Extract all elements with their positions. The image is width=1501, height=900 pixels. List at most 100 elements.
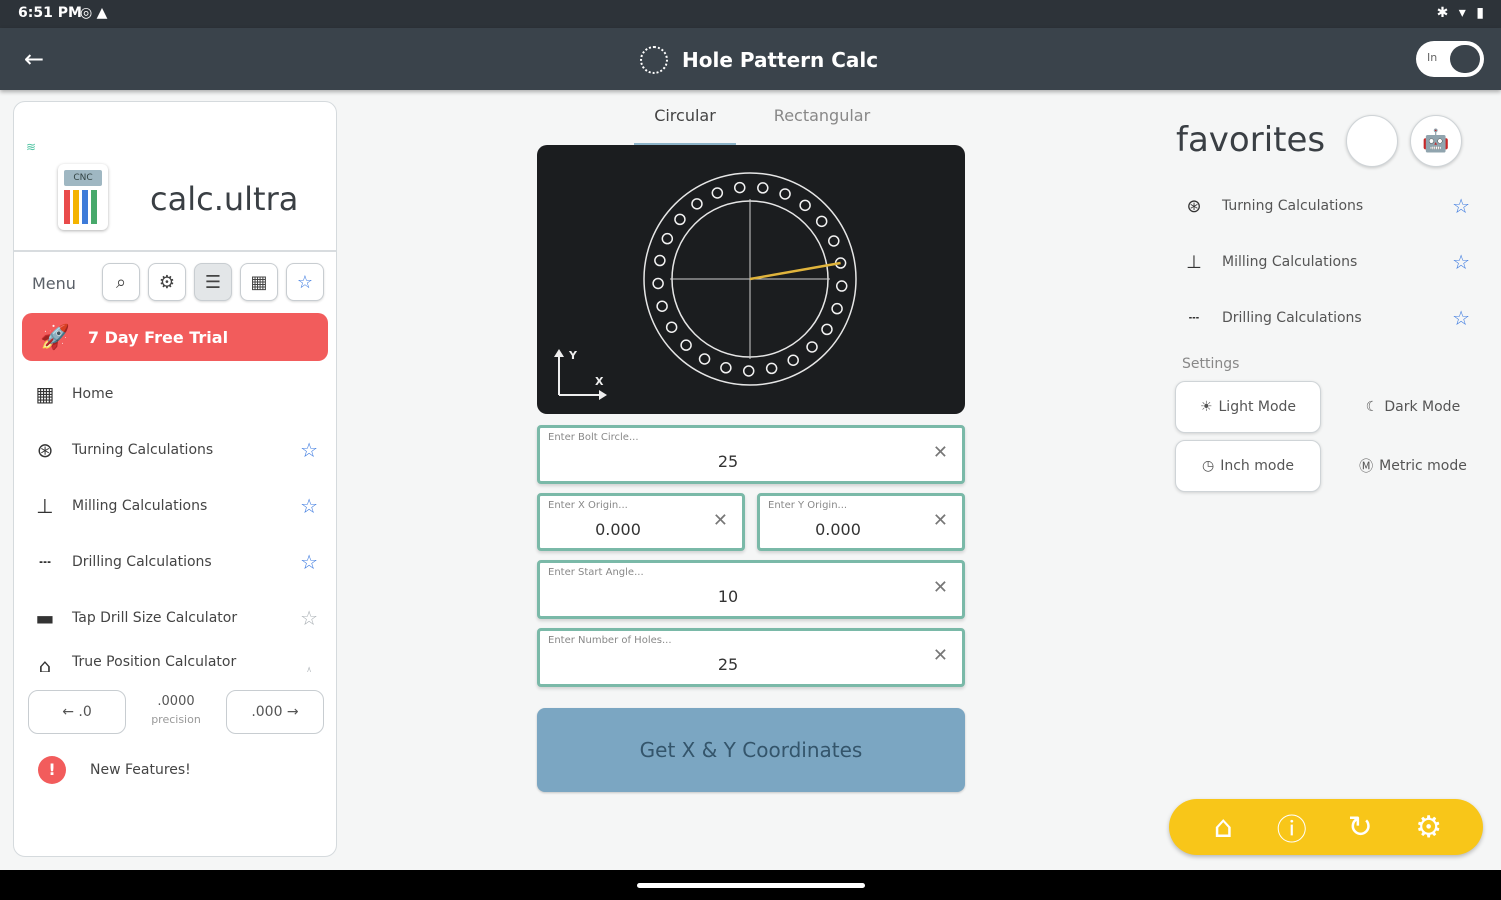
bolt-hole bbox=[654, 254, 666, 267]
clear-icon[interactable]: ✕ bbox=[933, 645, 948, 666]
y-axis-label: Y bbox=[568, 349, 578, 362]
bottom-action-bar: ⌂ ⓘ ↻ ⚙ bbox=[1169, 799, 1483, 855]
bolt-hole bbox=[661, 232, 674, 245]
start-angle-field[interactable]: Enter Start Angle... 10 ✕ bbox=[537, 560, 965, 619]
clear-icon[interactable]: ✕ bbox=[713, 510, 728, 531]
info-icon[interactable]: ⓘ bbox=[1272, 805, 1312, 849]
menu-toolbar: ⌕ ⚙ ☰ ▦ ☆ bbox=[102, 263, 324, 301]
light-mode-button[interactable]: ☀ Light Mode bbox=[1175, 381, 1321, 433]
favorite-star-icon[interactable]: ☆ bbox=[300, 550, 318, 574]
sidebar-item[interactable]: ▬ Tap Drill Size Calculator ☆ bbox=[14, 590, 336, 646]
favorite-star-icon[interactable]: ☆ bbox=[1452, 306, 1470, 330]
increase-precision-button[interactable]: .000 → bbox=[226, 690, 324, 734]
bolt-hole bbox=[787, 354, 799, 366]
sidebar-item[interactable]: ▦ Home bbox=[14, 366, 336, 422]
number-of-holes-value[interactable]: 25 bbox=[540, 655, 916, 674]
favorite-star-icon[interactable]: ☆ bbox=[300, 606, 318, 630]
sidebar-item[interactable]: ⌂ True Position Calculator ☆ bbox=[14, 646, 336, 672]
favorite-item[interactable]: ⊛ Turning Calculations ☆ bbox=[1176, 178, 1476, 234]
bolt-hole bbox=[757, 182, 769, 194]
clear-icon[interactable]: ✕ bbox=[933, 510, 948, 531]
search-button[interactable]: ⌕ bbox=[102, 263, 140, 301]
bolt-hole bbox=[720, 362, 732, 374]
toggle-knob bbox=[1450, 45, 1480, 73]
clear-icon[interactable]: ✕ bbox=[933, 442, 948, 463]
reset-icon[interactable]: ↻ bbox=[1340, 810, 1380, 845]
bolt-hole bbox=[765, 362, 778, 375]
bolt-circle-value[interactable]: 25 bbox=[540, 452, 916, 471]
get-coordinates-button[interactable]: Get X & Y Coordinates bbox=[537, 708, 965, 792]
bolt-hole bbox=[835, 280, 848, 292]
bolt-hole bbox=[691, 198, 703, 210]
page-title: Hole Pattern Calc bbox=[682, 48, 879, 72]
bolt-hole bbox=[698, 353, 711, 365]
gear-icon: ⚙ bbox=[158, 271, 176, 293]
sidebar-item-label: Turning Calculations bbox=[72, 442, 214, 458]
y-origin-field[interactable]: Enter Y Origin... 0.000 ✕ bbox=[757, 493, 965, 551]
bolt-hole bbox=[799, 199, 811, 212]
free-trial-label: 7 Day Free Trial bbox=[87, 327, 229, 347]
sidebar-item-label: Drilling Calculations bbox=[72, 554, 212, 570]
favorite-star-icon[interactable]: ☆ bbox=[300, 494, 318, 518]
favorite-item-label: Drilling Calculations bbox=[1222, 310, 1362, 326]
moon-icon: ☾ bbox=[1365, 399, 1379, 415]
dark-mode-button[interactable]: ☾ Dark Mode bbox=[1340, 381, 1486, 433]
new-features-link[interactable]: ! New Features! bbox=[38, 756, 191, 784]
rocket-icon: 🚀 bbox=[40, 323, 70, 351]
bolt-hole bbox=[742, 365, 755, 377]
apple-store-button[interactable] bbox=[1346, 115, 1398, 167]
x-origin-placeholder: Enter X Origin... bbox=[548, 500, 628, 511]
y-axis-arrowhead bbox=[554, 349, 564, 357]
clear-icon[interactable]: ✕ bbox=[933, 577, 948, 598]
tab-rectangular[interactable]: Rectangular bbox=[766, 100, 878, 146]
metric-mode-button[interactable]: Ⓜ Metric mode bbox=[1340, 440, 1486, 492]
grid-icon: ▦ bbox=[250, 271, 268, 293]
favorite-star-icon[interactable]: ☆ bbox=[300, 438, 318, 462]
menu-label: Menu bbox=[32, 274, 76, 293]
bolt-circle-field[interactable]: Enter Bolt Circle... 25 ✕ bbox=[537, 425, 965, 484]
search-icon: ⌕ bbox=[115, 271, 127, 293]
new-features-label: New Features! bbox=[90, 762, 191, 778]
inch-mode-button[interactable]: ◷ Inch mode bbox=[1175, 440, 1321, 492]
home-icon[interactable]: ⌂ bbox=[1203, 810, 1243, 845]
settings-button[interactable]: ⚙ bbox=[148, 263, 186, 301]
free-trial-button[interactable]: 🚀 7 Day Free Trial bbox=[22, 313, 328, 361]
bolt-circle-preview: YX bbox=[537, 145, 965, 414]
android-store-button[interactable]: 🤖 bbox=[1410, 115, 1462, 167]
favorite-tool-icon: ┄ bbox=[1188, 307, 1200, 329]
sidebar-item[interactable]: ⊛ Turning Calculations ☆ bbox=[14, 422, 336, 478]
back-arrow-icon[interactable]: ← bbox=[18, 43, 50, 75]
calc-logo-screen: CNC bbox=[64, 170, 102, 186]
home-gesture-handle[interactable] bbox=[637, 883, 865, 888]
unit-toggle[interactable]: In bbox=[1416, 41, 1484, 77]
favorite-item[interactable]: ┄ Drilling Calculations ☆ bbox=[1176, 290, 1476, 346]
grid-view-button[interactable]: ▦ bbox=[240, 263, 278, 301]
bolt-hole bbox=[831, 302, 843, 315]
bolt-hole bbox=[652, 277, 664, 290]
favorite-item[interactable]: ⊥ Milling Calculations ☆ bbox=[1176, 234, 1476, 290]
list-view-button[interactable]: ☰ bbox=[194, 263, 232, 301]
bolt-circle-drawing: YX bbox=[554, 172, 857, 400]
favorite-star-icon[interactable]: ☆ bbox=[1452, 250, 1470, 274]
x-origin-field[interactable]: Enter X Origin... 0.000 ✕ bbox=[537, 493, 745, 551]
x-origin-value[interactable]: 0.000 bbox=[540, 520, 696, 539]
favorite-star-icon[interactable]: ☆ bbox=[300, 662, 318, 672]
sidebar-item[interactable]: ⊥ Milling Calculations ☆ bbox=[14, 478, 336, 534]
sidebar-item[interactable]: ┄ Drilling Calculations ☆ bbox=[14, 534, 336, 590]
favorite-star-icon[interactable]: ☆ bbox=[1452, 194, 1470, 218]
bolt-hole bbox=[779, 188, 791, 200]
tab-circular[interactable]: Circular bbox=[634, 100, 736, 146]
alert-icon: ! bbox=[38, 756, 66, 784]
start-angle-placeholder: Enter Start Angle... bbox=[548, 567, 644, 578]
settings-gear-icon[interactable]: ⚙ bbox=[1409, 810, 1449, 845]
lathe-chuck-icon: ⊛ bbox=[36, 438, 54, 462]
decrease-precision-button[interactable]: ← .0 bbox=[28, 690, 126, 734]
number-of-holes-field[interactable]: Enter Number of Holes... 25 ✕ bbox=[537, 628, 965, 687]
inch-icon: ◷ bbox=[1202, 458, 1215, 474]
bolt-hole bbox=[711, 187, 724, 199]
favorites-button[interactable]: ☆ bbox=[286, 263, 324, 301]
y-origin-value[interactable]: 0.000 bbox=[760, 520, 916, 539]
light-mode-label: Light Mode bbox=[1218, 399, 1297, 415]
start-angle-value[interactable]: 10 bbox=[540, 587, 916, 606]
calculator-logo: CNC bbox=[58, 164, 108, 230]
